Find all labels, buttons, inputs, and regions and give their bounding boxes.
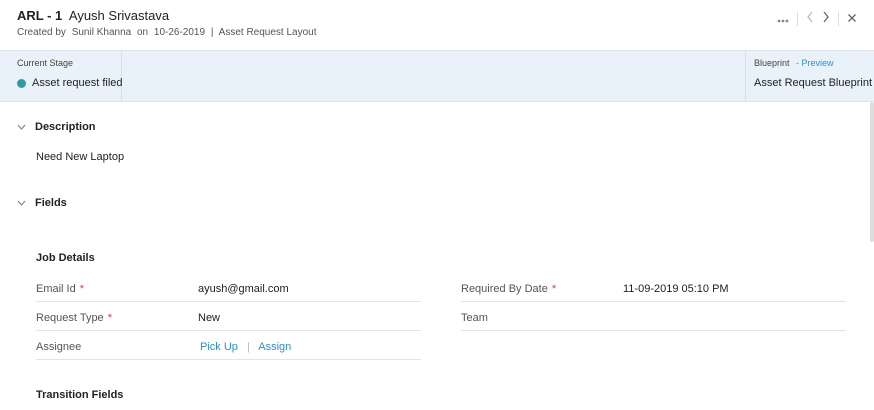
- record-meta: Created by Sunil Khanna on 10-26-2019 | …: [17, 27, 320, 38]
- stage-bar: Current Stage Asset request filed Bluepr…: [0, 50, 874, 102]
- pick-up-link[interactable]: Pick Up: [200, 341, 238, 353]
- header-actions: [777, 10, 857, 28]
- stage-caption: Current Stage: [17, 58, 74, 68]
- assignee-actions: Pick Up | Assign: [200, 341, 291, 353]
- email-label: Email Id *: [36, 283, 85, 295]
- assignee-label: Assignee: [36, 341, 82, 353]
- transition-fields-heading: Transition Fields: [36, 389, 124, 401]
- blueprint-box: Blueprint - Preview Asset Request Bluepr…: [745, 51, 872, 101]
- next-icon[interactable]: [822, 10, 830, 28]
- fields-section-toggle[interactable]: Fields: [17, 197, 67, 209]
- prev-icon[interactable]: [806, 10, 814, 28]
- team-field: Team: [461, 303, 846, 331]
- description-section-toggle[interactable]: Description: [17, 121, 96, 133]
- on-label: on: [136, 27, 149, 38]
- assignee-field: Assignee Pick Up | Assign: [36, 332, 421, 360]
- layout-name: Asset Request Layout: [218, 27, 317, 38]
- team-label: Team: [461, 312, 488, 324]
- blueprint-preview-link[interactable]: - Preview: [796, 58, 834, 68]
- email-value[interactable]: ayush@gmail.com: [198, 283, 289, 295]
- required-by-label: Required By Date *: [461, 283, 557, 295]
- record-name: Ayush Srivastava: [68, 8, 170, 23]
- scrollbar[interactable]: [870, 102, 874, 242]
- email-field: Email Id * ayush@gmail.com: [36, 274, 421, 302]
- created-date: 10-26-2019: [153, 27, 206, 38]
- request-type-field: Request Type * New: [36, 303, 421, 331]
- record-id: ARL - 1: [17, 8, 63, 23]
- assign-link[interactable]: Assign: [258, 341, 291, 353]
- record-title: ARL - 1 Ayush Srivastava: [17, 8, 169, 23]
- description-text: Need New Laptop: [36, 151, 125, 163]
- more-icon[interactable]: [777, 10, 789, 28]
- meta-separator: |: [210, 27, 214, 38]
- request-type-value[interactable]: New: [198, 312, 220, 324]
- chevron-down-icon: [17, 198, 35, 208]
- record-header: ARL - 1 Ayush Srivastava Created by Suni…: [0, 0, 874, 50]
- blueprint-label: Blueprint: [754, 58, 790, 68]
- creator-name: Sunil Khanna: [71, 27, 132, 38]
- link-separator: |: [246, 341, 250, 353]
- close-icon[interactable]: [847, 10, 857, 28]
- description-heading: Description: [35, 121, 96, 133]
- created-by-label: Created by: [17, 27, 66, 38]
- job-details-heading: Job Details: [36, 252, 95, 264]
- required-by-field: Required By Date * 11-09-2019 05:10 PM: [461, 274, 846, 302]
- divider: [838, 12, 839, 26]
- stage-name: Asset request filed: [32, 77, 123, 89]
- blueprint-caption: Blueprint - Preview: [754, 58, 834, 68]
- stage-dot-icon: [17, 78, 26, 88]
- blueprint-name: Asset Request Blueprint: [754, 77, 873, 89]
- current-stage: Current Stage Asset request filed: [17, 51, 123, 101]
- divider: [797, 12, 798, 26]
- required-by-value[interactable]: 11-09-2019 05:10 PM: [623, 283, 729, 295]
- chevron-down-icon: [17, 122, 35, 132]
- request-type-label: Request Type *: [36, 312, 112, 324]
- fields-heading: Fields: [35, 197, 67, 209]
- stage-value: Asset request filed: [17, 77, 123, 89]
